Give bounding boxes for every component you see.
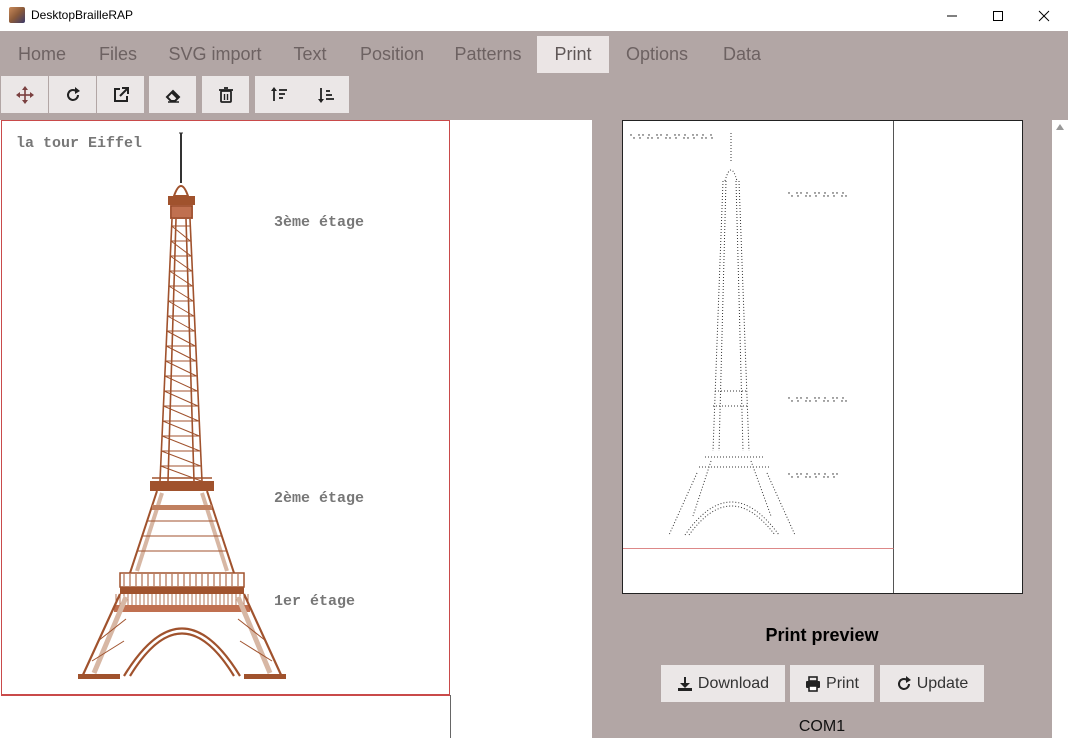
port-label: COM1 — [798, 718, 846, 735]
move-button[interactable] — [1, 76, 48, 113]
move-down-button[interactable] — [302, 76, 349, 113]
print-button[interactable]: Print — [790, 665, 874, 702]
delete-button[interactable] — [202, 76, 249, 113]
toolbar — [0, 75, 1068, 120]
tab-print[interactable]: Print — [537, 36, 609, 73]
move-icon — [15, 85, 34, 104]
preview-pane: Print preview Download Print Update COM1 — [592, 120, 1052, 738]
tower-shape[interactable] — [78, 132, 286, 679]
rotate-button[interactable] — [49, 76, 96, 113]
external-link-button[interactable] — [97, 76, 144, 113]
tab-text[interactable]: Text — [282, 36, 338, 73]
vertical-scrollbar[interactable] — [1052, 120, 1068, 738]
title-bar: DesktopBrailleRAP — [0, 0, 1068, 31]
editor-divider — [450, 695, 451, 738]
eraser-button[interactable] — [149, 76, 196, 113]
download-icon — [677, 676, 692, 691]
braille-preview-image — [630, 133, 847, 536]
print-label: Print — [826, 674, 859, 692]
download-label: Download — [697, 674, 770, 692]
tab-svg-import[interactable]: SVG import — [160, 36, 270, 73]
print-preview-frame — [622, 120, 1023, 594]
drawing-title[interactable]: la tour Eiffel — [16, 135, 142, 152]
app-icon — [9, 7, 25, 23]
tab-options[interactable]: Options — [616, 36, 698, 73]
label-third-floor[interactable]: 3ème étage — [274, 214, 364, 231]
editor-pane: la tour Eiffel 3ème étage 2ème étage 1er… — [0, 120, 592, 738]
window-title: DesktopBrailleRAP — [31, 8, 134, 22]
minimize-button[interactable] — [929, 0, 975, 31]
editor-page-edge — [1, 695, 450, 696]
eiffel-tower-drawing[interactable]: la tour Eiffel 3ème étage 2ème étage 1er… — [2, 121, 451, 696]
maximize-button[interactable] — [975, 0, 1021, 31]
close-button[interactable] — [1021, 0, 1067, 31]
download-button[interactable]: Download — [661, 665, 785, 702]
rotate-icon — [66, 86, 80, 101]
tab-home[interactable]: Home — [8, 36, 76, 73]
move-up-button[interactable] — [255, 76, 302, 113]
preview-divider — [893, 549, 894, 593]
tab-files[interactable]: Files — [88, 36, 148, 73]
menu-bar: Home Files SVG import Text Position Patt… — [0, 31, 1068, 75]
label-first-floor[interactable]: 1er étage — [274, 593, 355, 610]
close-icon — [1038, 10, 1050, 21]
app-window: DesktopBrailleRAP Home Files SVG import … — [0, 0, 1068, 738]
minimize-icon — [947, 15, 957, 16]
sort-up-icon — [270, 86, 287, 101]
eraser-icon — [165, 89, 180, 103]
update-button[interactable]: Update — [880, 665, 984, 702]
print-preview-page — [623, 121, 894, 549]
tab-data[interactable]: Data — [710, 36, 774, 73]
maximize-icon — [993, 10, 1003, 21]
editor-canvas[interactable]: la tour Eiffel 3ème étage 2ème étage 1er… — [1, 120, 450, 695]
print-preview-title: Print preview — [765, 625, 879, 645]
trash-icon — [218, 86, 233, 103]
sort-down-icon — [317, 87, 334, 103]
tab-patterns[interactable]: Patterns — [446, 36, 530, 73]
external-link-icon — [113, 86, 129, 102]
tab-position[interactable]: Position — [350, 36, 434, 73]
refresh-icon — [897, 675, 911, 690]
scroll-up-arrow-icon[interactable] — [1056, 124, 1064, 130]
label-second-floor[interactable]: 2ème étage — [274, 490, 364, 507]
printer-icon — [806, 675, 821, 692]
update-label: Update — [916, 674, 969, 692]
